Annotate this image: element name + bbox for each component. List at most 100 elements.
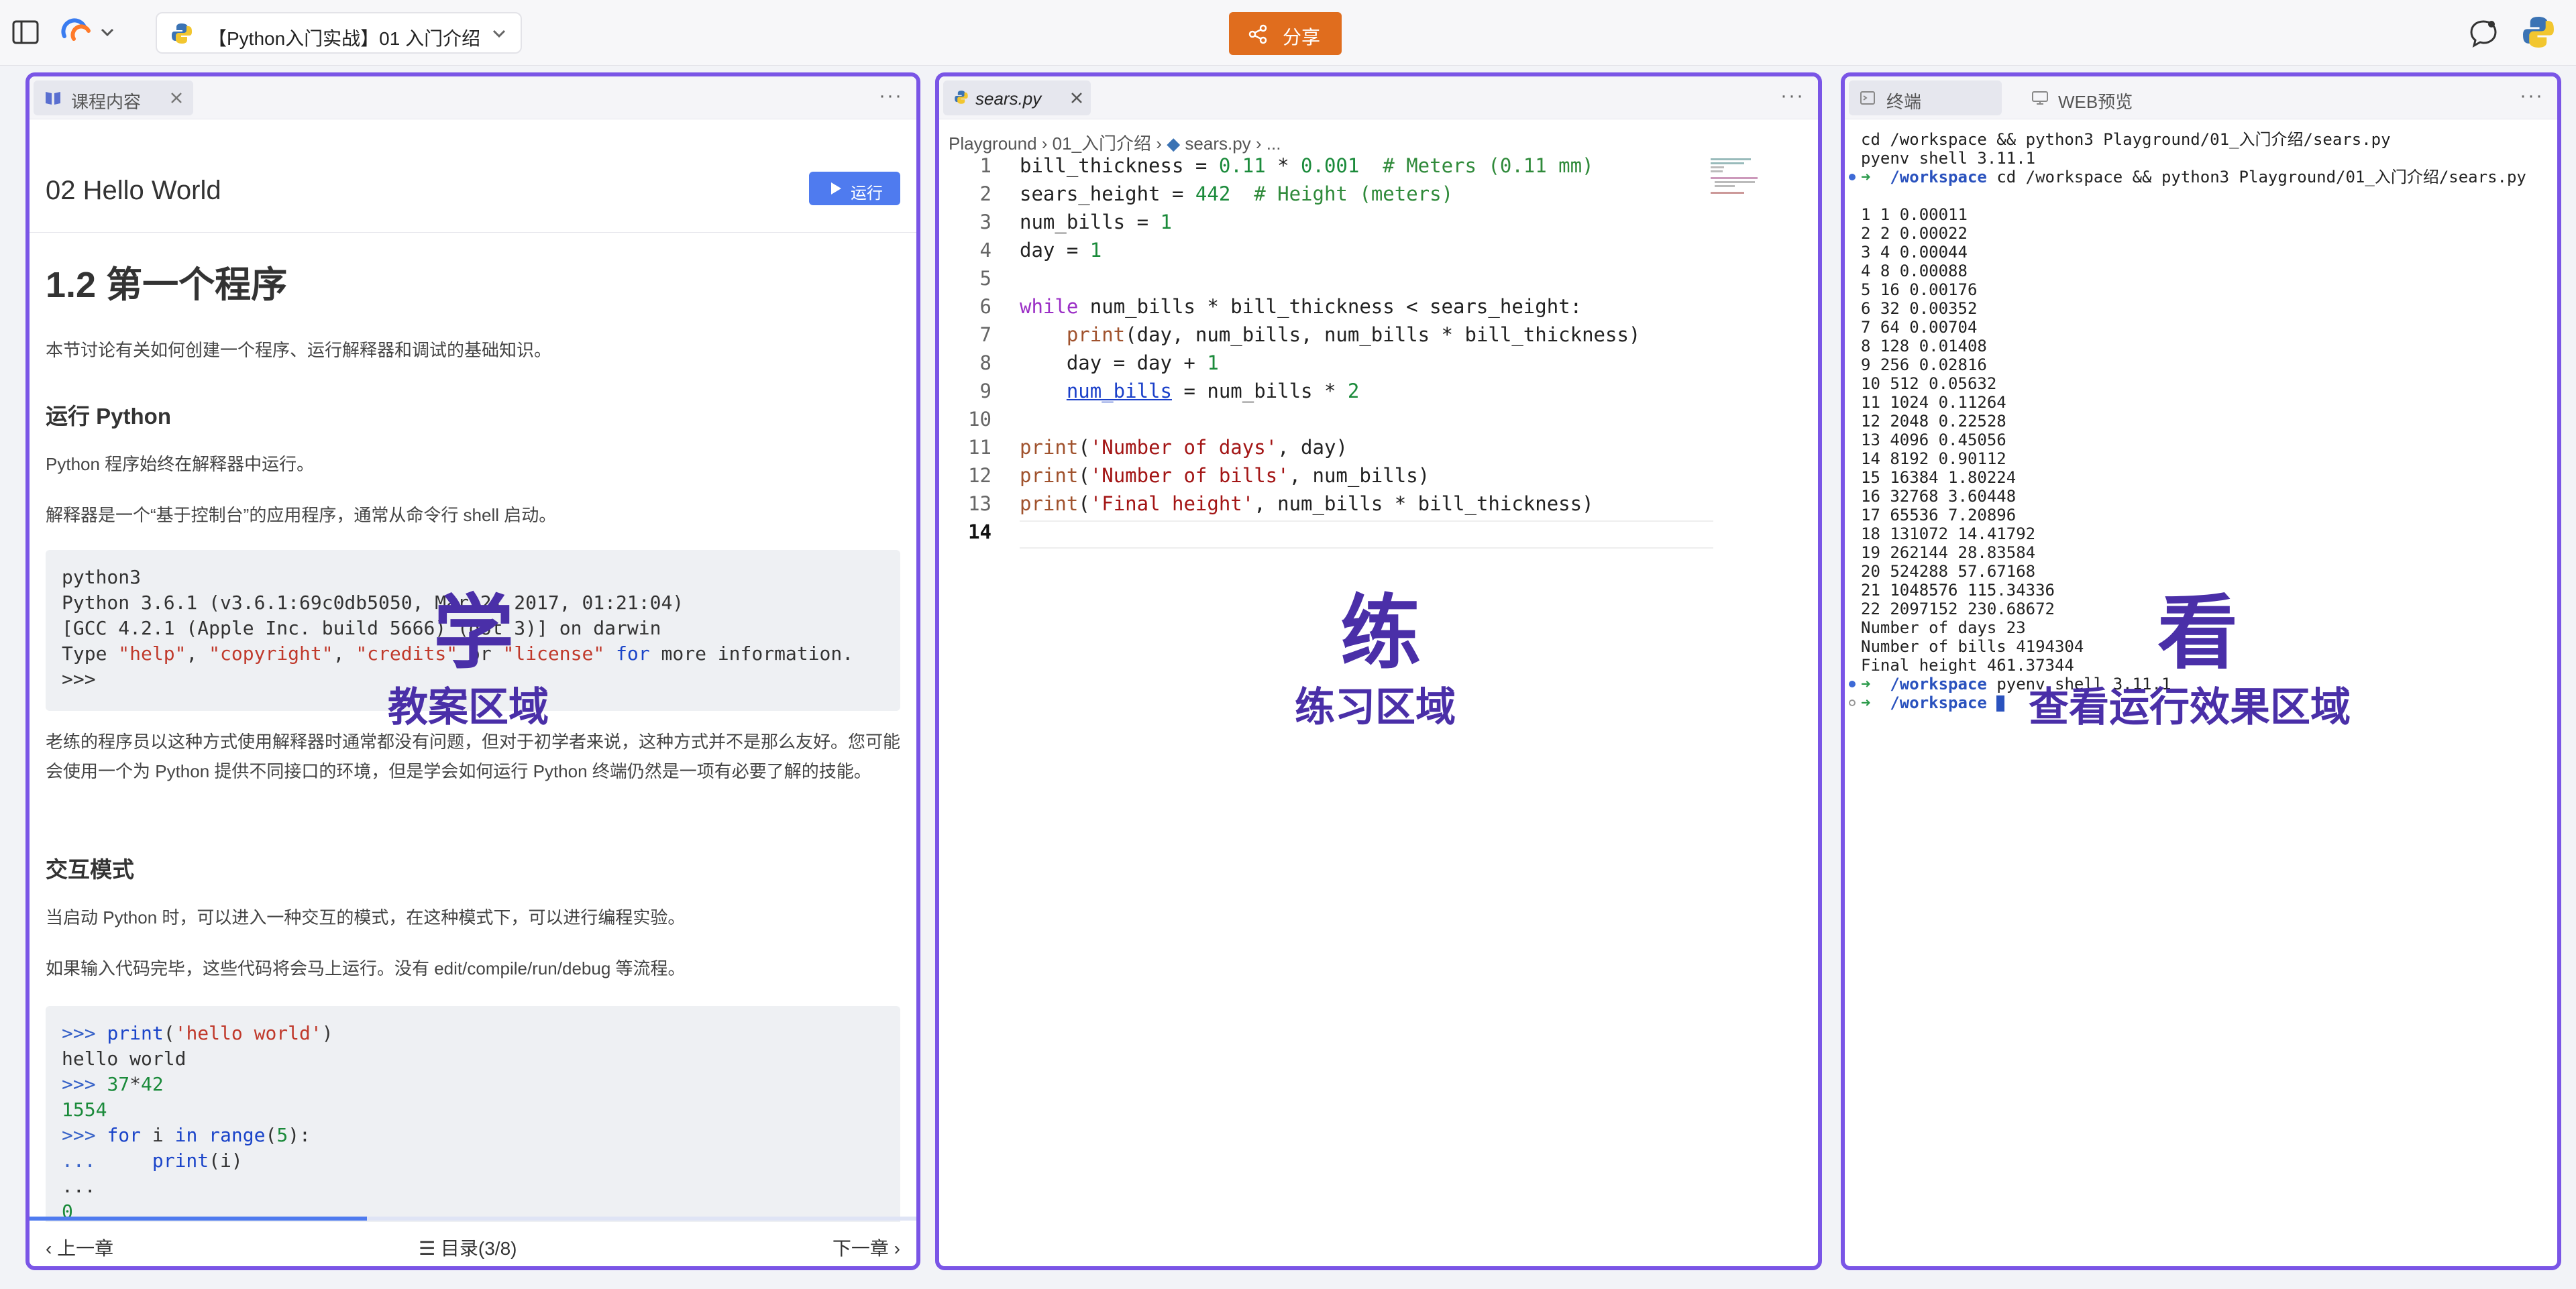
- annotation-learn-char: 学: [433, 588, 514, 678]
- tab-label: WEB预览: [2058, 92, 2133, 112]
- lesson-footer: ‹ 上一章 ☰ 目录(3/8) 下一章 ›: [30, 1222, 916, 1266]
- code-line: >>> print('hello world'): [62, 1022, 333, 1044]
- chevron-right-icon: ›: [1041, 133, 1053, 154]
- output-line: 3 4 0.00044: [1861, 243, 1968, 262]
- output-line: 16 32768 3.60448: [1861, 487, 2017, 506]
- app-logo-icon[interactable]: [59, 16, 121, 48]
- annotation-practice-char: 练: [1340, 588, 1421, 678]
- toc-button[interactable]: ☰ 目录(3/8): [419, 1234, 517, 1261]
- tab-course-content[interactable]: 课程内容: [34, 80, 193, 115]
- tab-sears-py[interactable]: sears.py: [943, 80, 1091, 115]
- chevron-right-icon: ›: [1255, 133, 1267, 154]
- annotation-view-label: 查看运行效果区域: [2029, 685, 2351, 730]
- section-title: 1.2 第一个程序: [46, 265, 288, 305]
- python-file-icon: ◆: [1167, 133, 1185, 154]
- play-icon: [831, 182, 841, 194]
- more-icon[interactable]: ···: [2520, 85, 2544, 107]
- output-line: 13 4096 0.45056: [1861, 431, 2006, 449]
- breadcrumb-item[interactable]: sears.py: [1185, 133, 1250, 154]
- terminal-cursor: [1996, 695, 2005, 712]
- book-icon: [46, 92, 60, 105]
- tab-web-preview[interactable]: WEB预览: [2021, 80, 2155, 115]
- output-line: 10 512 0.05632: [1861, 374, 1997, 393]
- list-icon: ☰: [419, 1238, 441, 1259]
- top-bar: 【Python入门实战】01 入门介绍 分享: [0, 0, 2576, 66]
- chat-icon[interactable]: [2467, 17, 2500, 50]
- output-line: 9 256 0.02816: [1861, 355, 1987, 374]
- run-button[interactable]: 运行: [809, 172, 900, 205]
- heading-run-python: 运行 Python: [46, 404, 171, 429]
- next-label: 下一章: [832, 1238, 889, 1259]
- course-title: 【Python入门实战】01 入门介绍: [208, 28, 481, 49]
- run-label: 运行: [851, 184, 883, 203]
- tab-terminal[interactable]: 终端: [1849, 80, 2002, 115]
- lesson-title: 02 Hello World: [46, 176, 221, 205]
- tab-label: 课程内容: [71, 92, 142, 112]
- code-block-interactive: >>> print('hello world') hello world >>> 3…: [46, 1006, 900, 1227]
- divider: [30, 232, 916, 233]
- monitor-icon: [2032, 91, 2048, 105]
- code-line: >>> 37*42: [62, 1073, 164, 1095]
- output-line: 2 2 0.00022: [1861, 224, 1968, 243]
- lesson-tabbar: 课程内容 ···: [30, 76, 916, 119]
- paragraph: Python 程序始终在解释器中运行。: [46, 454, 315, 474]
- output-line: 18 131072 14.41792: [1861, 524, 2036, 543]
- prev-label: 上一章: [57, 1238, 114, 1259]
- share-label: 分享: [1283, 27, 1321, 48]
- reading-progress-bar: [30, 1217, 916, 1221]
- output-line: 1 1 0.00011: [1861, 205, 1968, 224]
- code-line: hello world: [62, 1048, 186, 1070]
- course-selector[interactable]: 【Python入门实战】01 入门介绍: [156, 12, 522, 54]
- intro-paragraph: 本节讨论有关如何创建一个程序、运行解释器和调试的基础知识。: [46, 340, 552, 360]
- python-file-icon: [955, 91, 968, 104]
- share-button[interactable]: 分享: [1229, 12, 1342, 55]
- chevron-right-icon: ›: [1156, 133, 1167, 154]
- progress-fill: [30, 1217, 368, 1221]
- code-line: ...: [62, 1175, 96, 1197]
- minimap[interactable]: [1711, 157, 1778, 197]
- paragraph: 当启动 Python 时，可以进入一种交互的模式，在这种模式下，可以进行编程实验…: [46, 907, 686, 928]
- next-chapter-button[interactable]: 下一章 ›: [833, 1234, 900, 1261]
- breadcrumb-item[interactable]: ...: [1267, 133, 1281, 154]
- terminal-icon: [1860, 91, 1875, 105]
- output-line: 4 8 0.00088: [1861, 262, 1968, 280]
- output-line: 12 2048 0.22528: [1861, 412, 2006, 431]
- close-icon[interactable]: [1069, 91, 1084, 105]
- sidebar-toggle-icon[interactable]: [11, 17, 40, 47]
- output-line: 15 16384 1.80224: [1861, 468, 2017, 487]
- heading-interactive-mode: 交互模式: [46, 857, 134, 882]
- terminal-line: cd /workspace && python3 Playground/01_入…: [1861, 130, 2391, 149]
- tab-label: sears.py: [975, 89, 1042, 109]
- status-dot: [1849, 174, 1856, 180]
- tab-label: 终端: [1886, 92, 1922, 112]
- code-line: 0: [62, 1200, 73, 1223]
- code-line: 1554: [62, 1099, 107, 1121]
- prev-chapter-button[interactable]: ‹ 上一章: [46, 1234, 113, 1261]
- toc-label: 目录(3/8): [440, 1238, 517, 1259]
- current-line-highlight: [1020, 520, 1713, 549]
- paragraph: 解释器是一个“基于控制台”的应用程序，通常从命令行 shell 启动。: [46, 505, 557, 525]
- close-icon[interactable]: [169, 91, 184, 105]
- output-line: 6 32 0.00352: [1861, 299, 1978, 318]
- python-avatar-icon[interactable]: [2521, 15, 2556, 50]
- annotation-learn-label: 教案区域: [388, 685, 549, 730]
- code-line: >>> for i in range(5):: [62, 1124, 311, 1146]
- python-icon: [172, 23, 192, 44]
- output-line: 5 16 0.00176: [1861, 280, 1978, 299]
- annotation-practice-label: 练习区域: [1295, 685, 1456, 730]
- more-icon[interactable]: ···: [1780, 85, 1805, 107]
- breadcrumb-item[interactable]: 01_入门介绍: [1053, 133, 1151, 154]
- terminal-tabbar: 终端 WEB预览 ···: [1845, 76, 2557, 119]
- chevron-right-icon: ›: [888, 1238, 900, 1259]
- terminal-line: pyenv shell 3.11.1: [1861, 149, 2036, 168]
- annotation-view-char: 看: [2157, 588, 2238, 678]
- code-line: ... print(i): [62, 1150, 243, 1172]
- breadcrumb-item[interactable]: Playground: [949, 133, 1037, 154]
- paragraph: 老练的程序员以这种方式使用解释器时通常都没有问题，但对于初学者来说，这种方式并不…: [46, 732, 901, 781]
- output-line: 19 262144 28.83584: [1861, 543, 2036, 562]
- editor-tabbar: sears.py ···: [939, 76, 1818, 119]
- chevron-down-icon: [492, 30, 506, 38]
- more-icon[interactable]: ···: [879, 85, 903, 107]
- breadcrumb: Playground › 01_入门介绍 › ◆ sears.py › ...: [949, 130, 1281, 155]
